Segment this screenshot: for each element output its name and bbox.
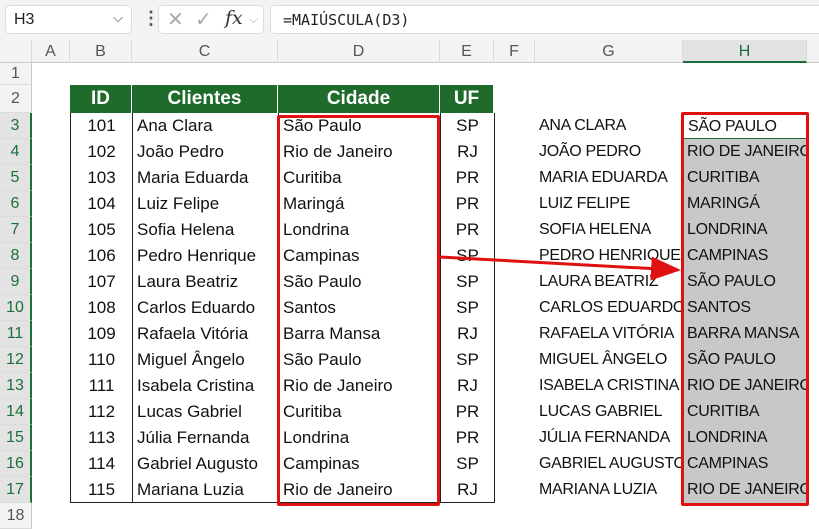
highlight-box-result <box>681 112 809 506</box>
highlight-box-cidade <box>277 115 440 506</box>
arrow-annotation <box>439 255 681 281</box>
